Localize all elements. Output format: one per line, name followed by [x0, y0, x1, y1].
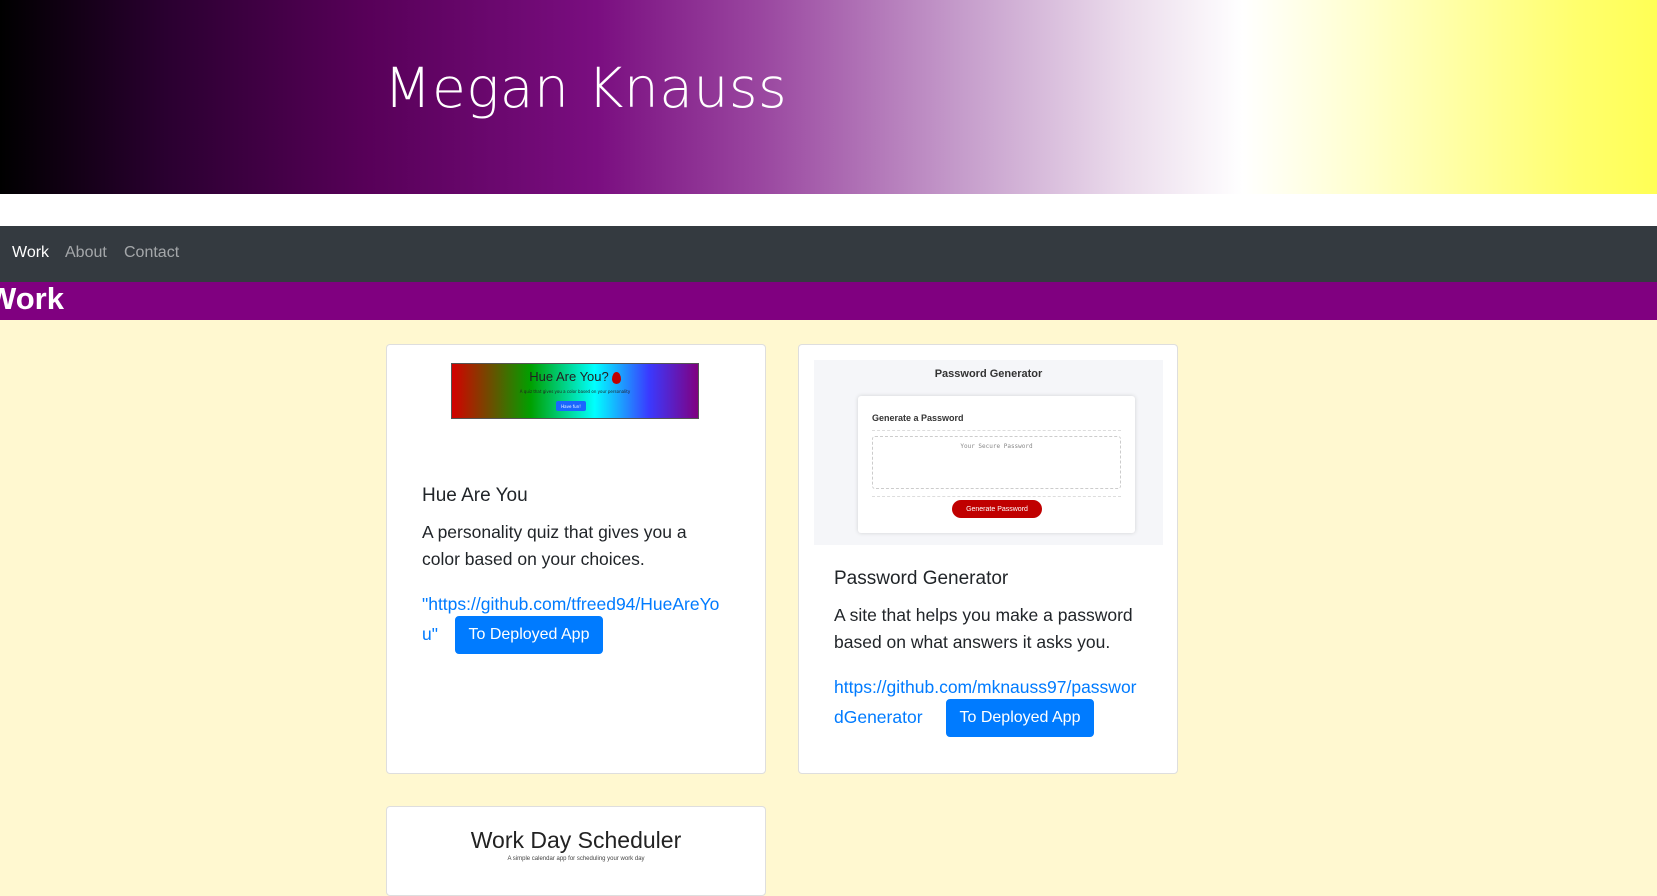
divider: [872, 430, 1121, 431]
navbar: Work About Contact: [0, 226, 1657, 282]
thumbnail-card: Generate a Password Your Secure Password…: [858, 396, 1135, 533]
project-thumbnail: Password Generator Generate a Password Y…: [814, 360, 1163, 545]
thumbnail-placeholder: Your Secure Password: [960, 443, 1033, 450]
thumbnail-subtitle: A quiz that gives you a color based on y…: [519, 389, 631, 394]
divider: [872, 496, 1121, 497]
section-header: Work: [0, 282, 1657, 320]
nav-contact[interactable]: Contact: [124, 244, 179, 262]
thumbnail-button: Have fun!: [556, 401, 586, 411]
thumbnail-heading: Password Generator: [934, 368, 1043, 380]
nav-about[interactable]: About: [65, 244, 107, 262]
thumbnail-button: Generate Password: [952, 500, 1042, 518]
card-title: Password Generator: [834, 568, 1009, 589]
project-thumbnail: Hue Are You? A quiz that gives you a col…: [451, 363, 699, 419]
nav-work[interactable]: Work: [12, 244, 49, 262]
blood-drop-icon: [611, 371, 621, 384]
thumbnail-password-area: Your Secure Password: [872, 436, 1121, 489]
thumbnail-card-title: Generate a Password: [872, 413, 964, 423]
hero-banner: Megan Knauss: [0, 0, 1657, 194]
project-card-work-day-scheduler: Work Day Scheduler A simple calendar app…: [386, 806, 766, 896]
section-title: Work: [0, 282, 64, 316]
project-card-hue-are-you: Hue Are You? A quiz that gives you a col…: [386, 344, 766, 774]
project-card-password-generator: Password Generator Generate a Password Y…: [798, 344, 1178, 774]
thumbnail-title: Hue Are You?: [529, 369, 609, 384]
deployed-app-button[interactable]: To Deployed App: [946, 699, 1094, 737]
site-title: Megan Knauss: [384, 56, 788, 120]
header-spacer: [0, 194, 1657, 226]
deployed-app-button[interactable]: To Deployed App: [455, 616, 603, 654]
card-title: Hue Are You: [422, 485, 528, 506]
card-description: A site that helps you make a password ba…: [834, 605, 1133, 652]
thumbnail-title: Work Day Scheduler: [470, 827, 682, 853]
card-description: A personality quiz that gives you a colo…: [422, 522, 687, 569]
project-thumbnail: Work Day Scheduler A simple calendar app…: [387, 827, 765, 862]
thumbnail-subtitle: A simple calendar app for scheduling you…: [507, 856, 645, 862]
